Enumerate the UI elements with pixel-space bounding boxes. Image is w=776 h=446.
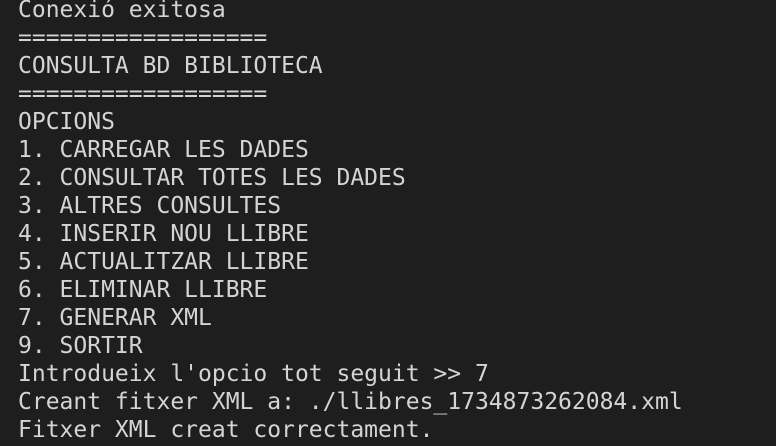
menu-option-update-book: 5. ACTUALITZAR LLIBRE [18,249,309,275]
menu-option-load-data: 1. CARREGAR LES DADES [18,137,309,163]
menu-option-other-queries: 3. ALTRES CONSULTES [18,193,282,219]
xml-success-message: Fitxer XML creat correctament. [18,417,434,443]
menu-option-insert-book: 4. INSERIR NOU LLIBRE [18,221,309,247]
xml-creating-message: Creant fitxer XML a: ./llibres_173487326… [18,389,683,415]
menu-option-generate-xml: 7. GENERAR XML [18,305,212,331]
separator-line: ================== [18,25,268,51]
connection-status-line: Conexió exitosa [18,0,226,23]
options-heading: OPCIONS [18,109,115,135]
menu-option-query-all: 2. CONSULTAR TOTES LES DADES [18,165,406,191]
input-prompt-line: Introdueix l'opcio tot seguit >> 7 [18,361,489,387]
menu-option-delete-book: 6. ELIMINAR LLIBRE [18,277,268,303]
menu-title: CONSULTA BD BIBLIOTECA [18,53,323,79]
terminal-output[interactable]: Conexió exitosa ================== CONSU… [0,0,776,443]
separator-line: ================== [18,81,268,107]
menu-option-exit: 9. SORTIR [18,333,143,359]
